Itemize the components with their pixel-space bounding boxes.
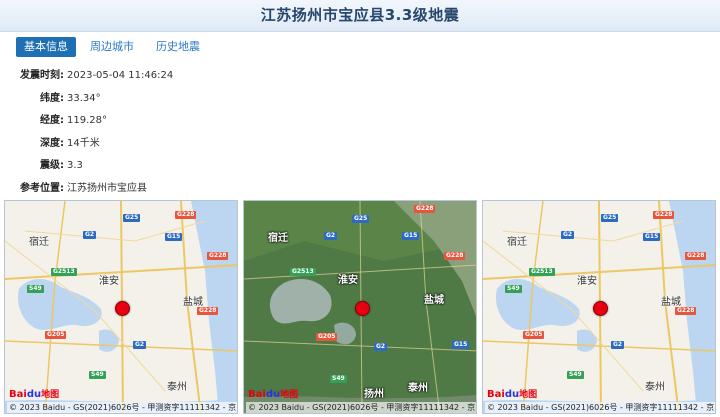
- info-value: 3.3: [67, 160, 83, 171]
- earthquake-info: 发震时刻: 2023-05-04 11:46:24 纬度: 33.34° 经度:…: [0, 66, 720, 201]
- info-row-time: 发震时刻: 2023-05-04 11:46:24: [0, 66, 720, 89]
- road-badge-g2: G2: [83, 231, 97, 239]
- info-row-latitude: 纬度: 33.34°: [0, 89, 720, 112]
- map-copyright: © 2023 Baidu - GS(2021)6026号 - 甲测资字11111…: [246, 402, 476, 413]
- map-panels: 宿迁 淮安 盐城 泰州 G25 G228 G2 G15 G2513 G228 S…: [4, 200, 716, 414]
- road-badge-g205: G205: [45, 331, 67, 339]
- road-badge-g228-east: G228: [675, 307, 697, 315]
- road-badge-s49-south: S49: [89, 371, 106, 379]
- road-badge-g228-north: G228: [207, 252, 229, 260]
- road-badge-g228: G228: [175, 211, 197, 219]
- city-label-taizhou: 泰州: [645, 382, 665, 393]
- page-header: 江苏扬州市宝应县3.3级地震: [0, 0, 720, 32]
- map-copyright: © 2023 Baidu - GS(2021)6026号 - 甲测资字11111…: [485, 402, 715, 413]
- baidu-map-logo: Baidu地图: [248, 389, 299, 400]
- road-badge-g25: G25: [352, 215, 370, 223]
- tab-basic-info[interactable]: 基本信息: [16, 37, 76, 57]
- info-value: 江苏扬州市宝应县: [67, 182, 147, 194]
- info-value: 2023-05-04 11:46:24: [67, 70, 174, 81]
- tab-nearby-cities[interactable]: 周边城市: [82, 37, 142, 57]
- page-title: 江苏扬州市宝应县3.3级地震: [260, 6, 460, 24]
- road-badge-g2: G2: [561, 231, 575, 239]
- info-row-depth: 深度: 14千米: [0, 134, 720, 157]
- road-badge-g228: G228: [414, 205, 436, 213]
- city-label-huaian: 淮安: [577, 276, 597, 287]
- road-badge-g2: G2: [324, 232, 338, 240]
- map-panel-standard-left[interactable]: 宿迁 淮安 盐城 泰州 G25 G228 G2 G15 G2513 G228 S…: [4, 200, 238, 414]
- city-label-suqian: 宿迁: [507, 237, 527, 248]
- epicenter-marker[interactable]: [593, 301, 608, 316]
- city-label-yancheng: 盐城: [661, 297, 681, 308]
- road-badge-g2513: G2513: [51, 268, 77, 276]
- road-badge-g228-north: G228: [685, 252, 707, 260]
- road-badge-g15-south: G15: [452, 341, 470, 349]
- info-label: 纬度:: [40, 92, 64, 104]
- info-value: 119.28°: [67, 115, 107, 126]
- city-label-yancheng: 盐城: [424, 295, 444, 306]
- map-copyright: © 2023 Baidu - GS(2021)6026号 - 甲测资字11111…: [7, 402, 237, 413]
- city-label-huaian: 淮安: [99, 276, 119, 287]
- road-badge-g205: G205: [316, 333, 338, 341]
- city-label-yangzhou: 扬州: [364, 389, 384, 400]
- tab-bar: 基本信息 周边城市 历史地震: [16, 37, 208, 57]
- info-row-location: 参考位置: 江苏扬州市宝应县: [0, 179, 720, 202]
- road-badge-s49: S49: [27, 285, 44, 293]
- road-badge-g2513: G2513: [529, 268, 555, 276]
- info-value: 33.34°: [67, 92, 101, 104]
- city-label-taizhou: 泰州: [408, 383, 428, 394]
- road-badge-s49: S49: [505, 285, 522, 293]
- map-panel-satellite[interactable]: 宿迁 淮安 盐城 泰州 扬州 G25 G228 G2 G15 G2513 G22…: [243, 200, 477, 414]
- tab-history-earthquakes[interactable]: 历史地震: [148, 37, 208, 57]
- info-row-longitude: 经度: 119.28°: [0, 111, 720, 134]
- road-badge-g15: G15: [643, 233, 661, 241]
- city-label-huaian: 淮安: [338, 275, 358, 286]
- city-label-taizhou: 泰州: [167, 382, 187, 393]
- city-label-yancheng: 盐城: [183, 297, 203, 308]
- info-value: 14千米: [67, 137, 100, 149]
- road-badge-g2-south: G2: [611, 341, 625, 349]
- baidu-map-logo: Baidu地图: [9, 389, 60, 400]
- road-badge-g25: G25: [601, 214, 619, 222]
- road-badge-g228-east: G228: [197, 307, 219, 315]
- info-label: 深度:: [40, 137, 64, 149]
- road-badge-g2-south: G2: [374, 343, 388, 351]
- road-badge-g228: G228: [653, 211, 675, 219]
- info-row-magnitude: 震级: 3.3: [0, 156, 720, 179]
- road-badge-g2-south: G2: [133, 341, 147, 349]
- city-label-suqian: 宿迁: [268, 233, 288, 244]
- road-badge-g15: G15: [402, 232, 420, 240]
- epicenter-marker[interactable]: [115, 301, 130, 316]
- road-badge-g205: G205: [523, 331, 545, 339]
- city-label-suqian: 宿迁: [29, 237, 49, 248]
- info-label: 震级:: [40, 160, 64, 171]
- road-badge-s49-south: S49: [567, 371, 584, 379]
- baidu-map-logo: Baidu地图: [487, 389, 538, 400]
- epicenter-marker[interactable]: [355, 301, 370, 316]
- road-badge-g25: G25: [123, 214, 141, 222]
- info-label: 经度:: [40, 115, 64, 126]
- road-badge-s49: S49: [330, 375, 347, 383]
- info-label: 参考位置:: [20, 182, 64, 194]
- road-badge-g2513: G2513: [290, 268, 316, 276]
- road-badge-g15: G15: [165, 233, 183, 241]
- road-badge-g228-north: G228: [444, 252, 466, 260]
- info-label: 发震时刻:: [20, 70, 64, 81]
- map-panel-standard-right[interactable]: 宿迁 淮安 盐城 泰州 G25 G228 G2 G15 G2513 G228 S…: [482, 200, 716, 414]
